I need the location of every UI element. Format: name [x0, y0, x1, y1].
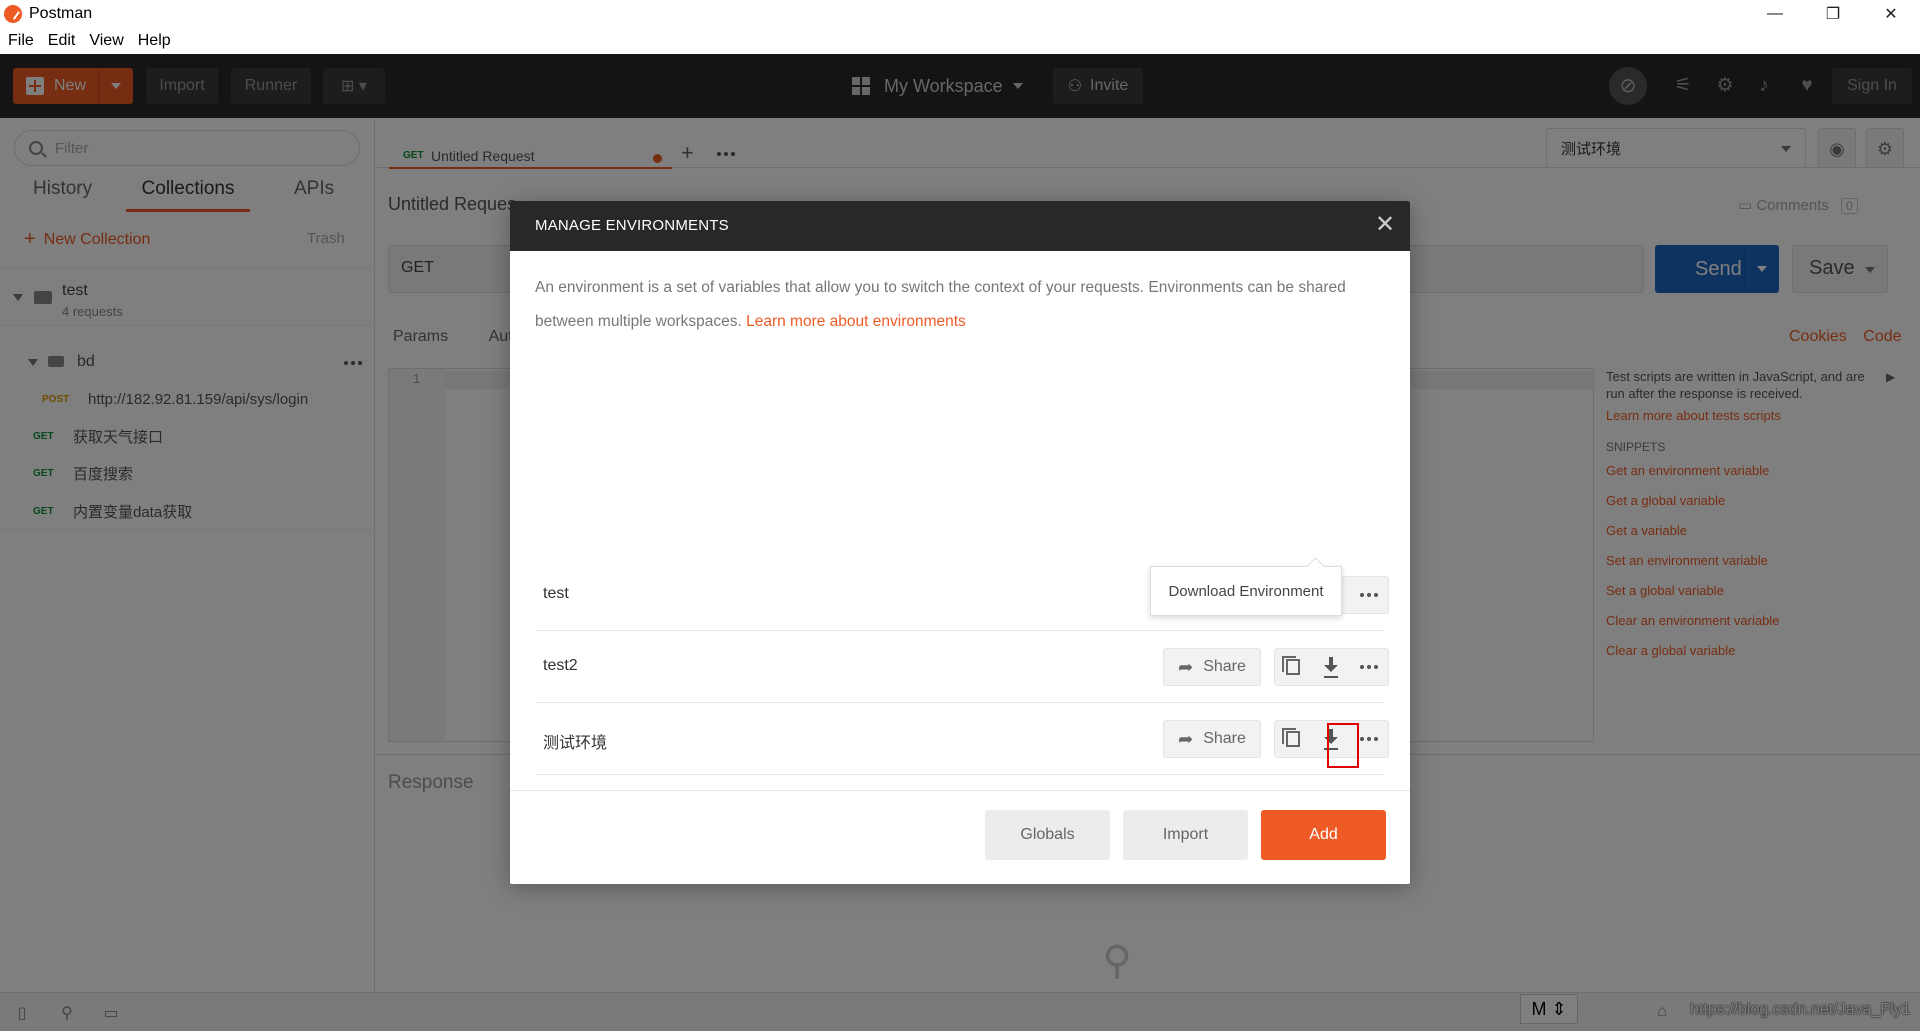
more-icon[interactable] — [1351, 577, 1387, 613]
download-tooltip: Download Environment — [1150, 566, 1342, 616]
menu-edit[interactable]: Edit — [48, 32, 76, 50]
menu-view[interactable]: View — [89, 32, 123, 50]
import-button[interactable]: Import — [1123, 810, 1248, 860]
duplicate-button[interactable] — [1275, 721, 1311, 757]
close-icon[interactable]: ✕ — [1372, 212, 1398, 238]
modal-title: MANAGE ENVIRONMENTS — [535, 217, 729, 234]
modal-footer-divider — [510, 790, 1410, 791]
menu-file[interactable]: File — [8, 32, 34, 50]
share-button[interactable]: ➦ Share — [1163, 720, 1261, 758]
window-controls: — ❐ ✕ — [1746, 0, 1920, 28]
copy-icon — [1282, 728, 1300, 747]
environment-actions — [1274, 648, 1389, 686]
duplicate-button[interactable] — [1275, 649, 1311, 685]
download-icon-base — [1324, 676, 1338, 678]
more-icon[interactable] — [1351, 649, 1387, 685]
app-title: Postman — [29, 5, 93, 22]
environment-row[interactable]: test2 ➦ Share — [535, 631, 1389, 703]
highlight-box — [1327, 723, 1359, 768]
manage-environments-modal: MANAGE ENVIRONMENTS ✕ An environment is … — [510, 201, 1410, 884]
environment-name[interactable]: 测试环境 — [543, 729, 607, 753]
share-label: Share — [1203, 730, 1246, 747]
menu-help[interactable]: Help — [138, 32, 171, 50]
minimize-button[interactable]: — — [1746, 0, 1804, 28]
learn-more-environments-link[interactable]: Learn more about environments — [746, 313, 966, 330]
menu-bar: File Edit View Help — [0, 28, 1920, 54]
download-button[interactable] — [1313, 649, 1349, 685]
environment-name[interactable]: test — [543, 585, 569, 603]
globals-button[interactable]: Globals — [985, 810, 1110, 860]
maximize-button[interactable]: ❐ — [1804, 0, 1862, 28]
environment-name[interactable]: test2 — [543, 657, 578, 675]
modal-description: An environment is a set of variables tha… — [535, 271, 1385, 339]
share-button[interactable]: ➦ Share — [1163, 648, 1261, 686]
share-label: Share — [1203, 658, 1246, 675]
download-icon — [1324, 657, 1338, 677]
title-bar: Postman — ❐ ✕ — [0, 0, 1920, 28]
modal-header: MANAGE ENVIRONMENTS ✕ — [510, 201, 1410, 251]
copy-icon — [1282, 656, 1300, 675]
add-button[interactable]: Add — [1261, 810, 1386, 860]
close-window-button[interactable]: ✕ — [1862, 0, 1920, 28]
share-arrow-icon: ➦ — [1178, 728, 1194, 749]
environment-row[interactable]: 测试环境 ➦ Share — [535, 703, 1389, 775]
postman-logo-icon — [4, 5, 22, 23]
share-arrow-icon: ➦ — [1178, 656, 1194, 677]
